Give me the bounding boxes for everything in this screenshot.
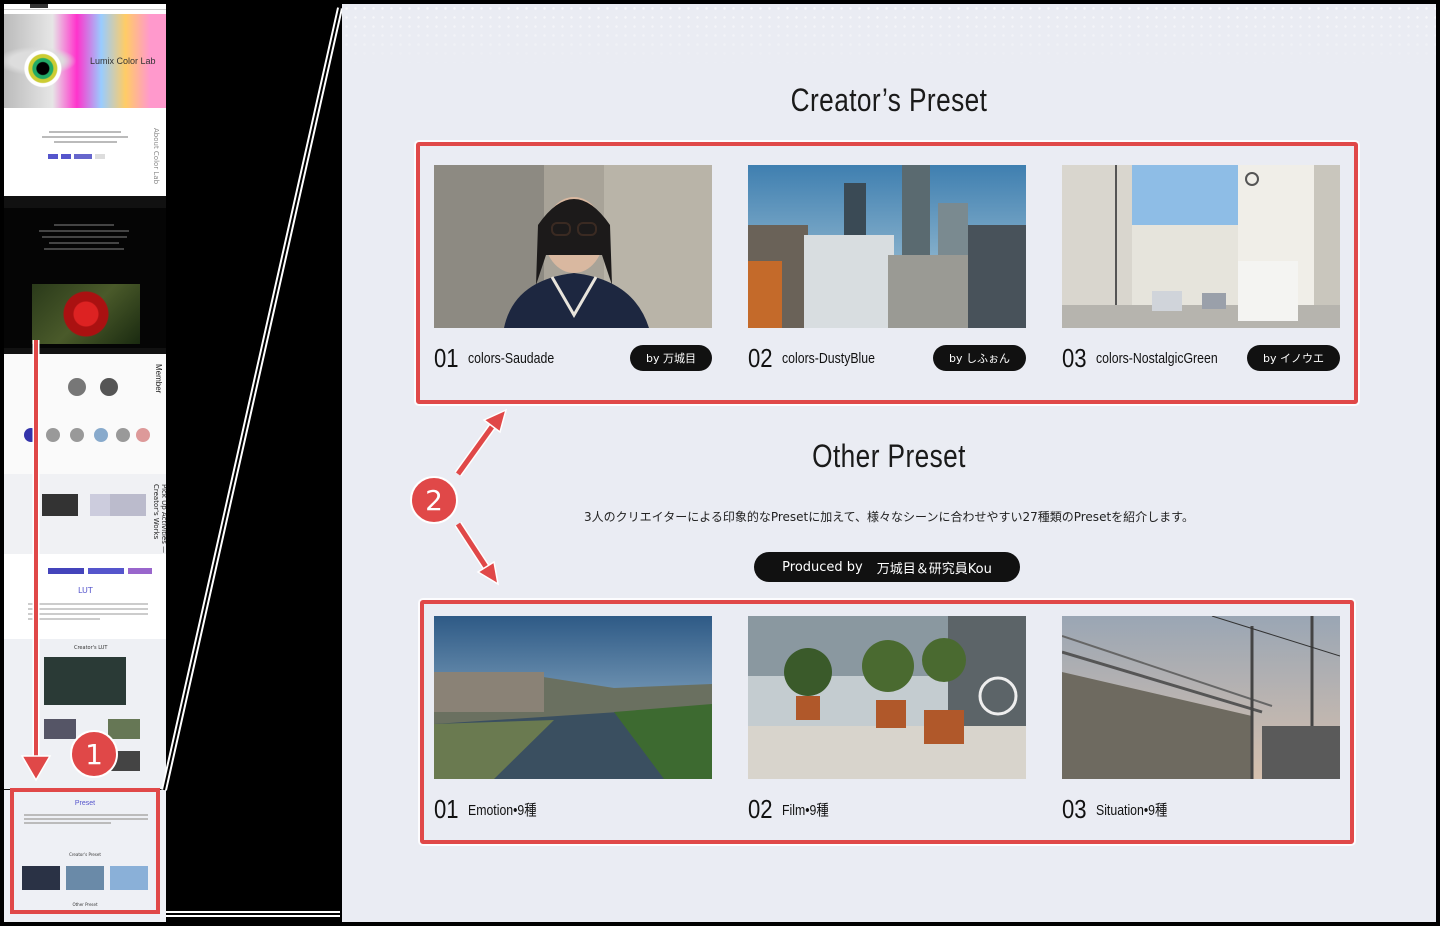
arrow-2-up-shaft (455, 422, 497, 476)
marker-2: 2 (410, 476, 458, 524)
arrow-2-down-shaft (455, 522, 491, 572)
screenshot-frame: Lumix Color Lab About Color Lab Member P… (0, 0, 1440, 926)
annotation-arrows (454, 408, 508, 586)
